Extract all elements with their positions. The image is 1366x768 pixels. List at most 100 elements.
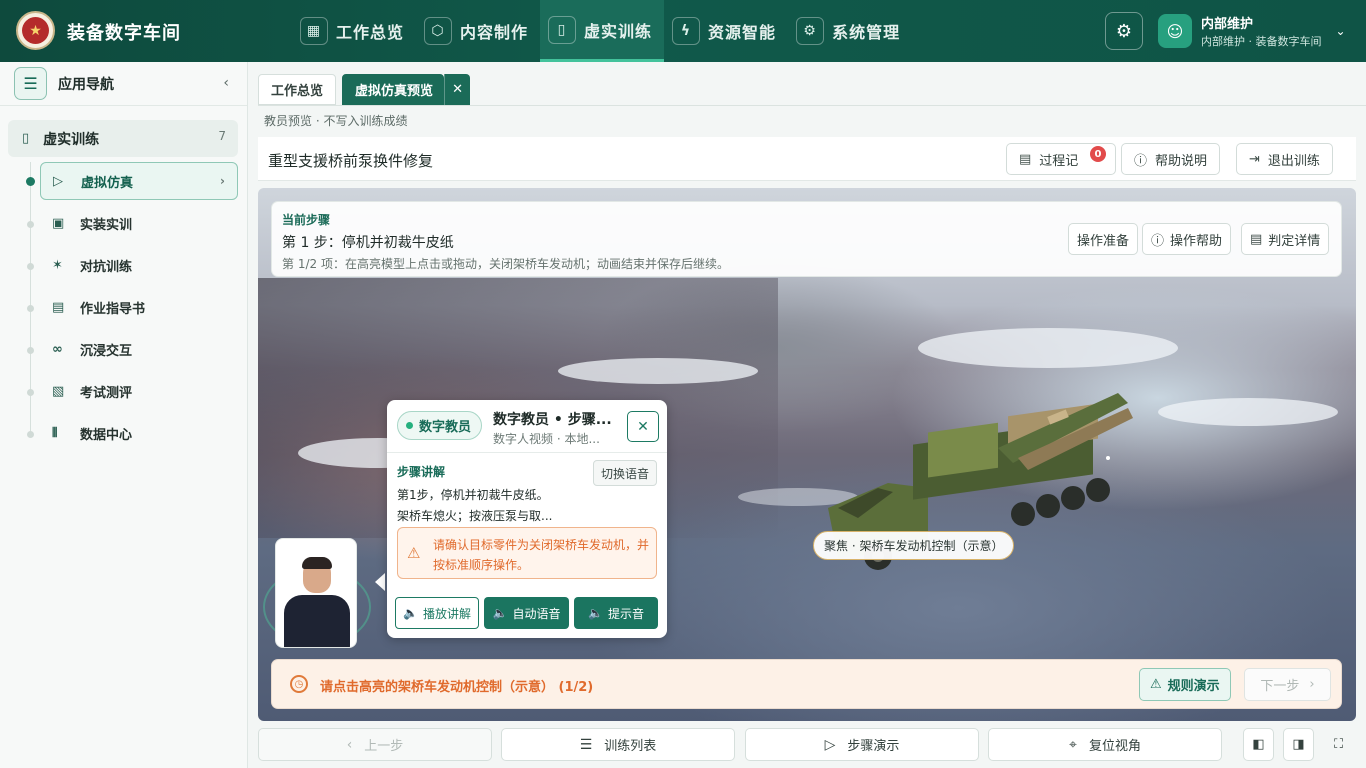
sidebar-item-immersive[interactable]: ∞ 沉浸交互 (40, 330, 238, 368)
sidebar: ☰ 应用导航 ‹ ▯ 虚实训练 7 ▷ 虚拟仿真 › ▣ 实装实训 ✶ 对抗训练 ▤ 作业… (0, 62, 248, 768)
user-menu[interactable]: ☺ 内部维护 内部维护 · 装备数字车间 ⌄ (1158, 13, 1346, 49)
sidebar-item-exam[interactable]: ▧ 考试测评 (40, 372, 238, 410)
judge-details-button[interactable]: ▤ 判定详情 (1241, 223, 1330, 255)
tree-dot (27, 305, 34, 312)
title-bar: 重型支援桥前泵换件修复 ▤ 过程记 0 ⓘ 帮助说明 ⇥ 退出训练 (258, 137, 1356, 181)
play-circle-icon: ▷ (53, 173, 63, 189)
instructor-chip: 数字教员 (397, 411, 483, 440)
close-icon: ✕ (452, 82, 463, 97)
app-title: 装备数字车间 (67, 23, 181, 44)
auto-voice-button[interactable]: 🔈 自动语音 (484, 597, 569, 629)
prev-step-button[interactable]: ‹ 上一步 (258, 728, 492, 761)
warning-icon: ⚠ (407, 544, 421, 562)
step-demo-button[interactable]: ▷ 步骤演示 (745, 728, 979, 761)
sidebar-item-data[interactable]: ⫴ 数据中心 (40, 414, 238, 452)
logo: ★ (16, 11, 55, 50)
button-label: 自动语音 (512, 606, 561, 621)
user-subtitle: 内部维护 · 装备数字车间 (1201, 35, 1322, 48)
nav-item-resources[interactable]: ϟ 资源智能 (664, 0, 788, 62)
speaker-icon: 🔈 (588, 606, 603, 620)
switch-voice-button[interactable]: 切换语音 (592, 460, 657, 486)
nav-label: 内容制作 (460, 23, 529, 42)
instructor-body (284, 595, 350, 647)
sidebar-item-label: 数据中心 (80, 427, 133, 443)
button-label: 复位视角 (1088, 739, 1141, 754)
tab-sim-preview[interactable]: 虚拟仿真预览 (342, 74, 445, 105)
section-heading: 步骤讲解 (397, 465, 446, 479)
toggle-right-panel-button[interactable]: ◨ (1283, 728, 1314, 761)
nav-item-content[interactable]: ⬡ 内容制作 (416, 0, 540, 62)
digital-instructor-panel: 数字教员 数字教员 • 步骤... 数字人视频 · 本地... ✕ 步骤讲解 切… (387, 400, 667, 638)
help-button[interactable]: ⓘ 帮助说明 (1121, 143, 1221, 175)
sidebar-title: 应用导航 (58, 76, 114, 93)
toggle-left-panel-button[interactable]: ◧ (1243, 728, 1274, 761)
tab-label: 工作总览 (271, 84, 324, 99)
tree-dot (27, 431, 34, 438)
button-label: 播放讲解 (422, 606, 471, 621)
tree-dot (27, 347, 34, 354)
play-explanation-button[interactable]: 🔈 播放讲解 (395, 597, 479, 629)
sidebar-item-label: 实装实训 (80, 217, 133, 233)
close-panel-button[interactable]: ✕ (627, 411, 659, 442)
tree-dot (27, 263, 34, 270)
digital-instructor-portrait[interactable] (275, 538, 357, 648)
button-label: 步骤演示 (847, 739, 900, 754)
rule-demo-button[interactable]: ⚠ 规则演示 (1139, 668, 1231, 701)
crosshair-icon: ⌖ (1069, 736, 1077, 753)
step-name: 第 1 步：停机并初裁牛皮纸 (282, 235, 454, 251)
sidebar-item-virtual-sim[interactable]: ▷ 虚拟仿真 › (40, 162, 238, 200)
divider (258, 105, 1366, 106)
tip-text: 请点击高亮的架桥车发动机控制（示意） (1/2) (320, 680, 594, 695)
next-step-button[interactable]: 下一步 › (1244, 668, 1331, 701)
operation-help-button[interactable]: ⓘ 操作帮助 (1142, 223, 1232, 255)
button-label: 规则演示 (1167, 679, 1220, 694)
button-label: 操作准备 (1077, 233, 1130, 249)
exit-icon: ⇥ (1249, 151, 1260, 167)
count-badge: 0 (1090, 146, 1106, 162)
hint-sound-button[interactable]: 🔈 提示音 (574, 597, 658, 629)
nav-label: 系统管理 (832, 23, 901, 42)
record-icon: ▤ (1019, 151, 1032, 167)
clock-icon: ◷ (290, 675, 308, 693)
sidebar-item-guide[interactable]: ▤ 作业指导书 (40, 288, 238, 326)
user-name: 内部维护 (1201, 17, 1254, 32)
process-record-button[interactable]: ▤ 过程记 0 (1006, 143, 1116, 175)
sidebar-item-label: 对抗训练 (80, 259, 133, 275)
sidebar-item-equipment[interactable]: ▣ 实装实训 (40, 204, 238, 242)
chevron-right-icon: › (1309, 677, 1315, 692)
button-label: 上一步 (364, 739, 404, 754)
nav-item-system[interactable]: ⚙ 系统管理 (788, 0, 912, 62)
panel-pointer (375, 573, 385, 591)
hamburger-icon: ☰ (23, 74, 38, 93)
button-label: 提示音 (607, 606, 644, 621)
fullscreen-icon: ⛶ (1333, 737, 1344, 752)
fullscreen-button[interactable]: ⛶ (1323, 728, 1354, 761)
menu-toggle-button[interactable]: ☰ (14, 67, 47, 100)
nav-item-overview[interactable]: ▦ 工作总览 (292, 0, 416, 62)
preview-note: 教员预览 · 不写入训练成绩 (264, 114, 408, 128)
sidebar-item-label: 考试测评 (80, 385, 133, 401)
chevron-down-icon: ⌄ (1335, 24, 1346, 38)
tree-dot (27, 221, 34, 228)
sidebar-item-label: 沉浸交互 (80, 343, 133, 359)
exit-training-button[interactable]: ⇥ 退出训练 (1236, 143, 1333, 175)
nav-item-training[interactable]: ▯ 虚实训练 (540, 0, 665, 62)
button-label: 帮助说明 (1155, 153, 1208, 169)
collapse-chevron-icon[interactable]: ‹ (223, 75, 229, 91)
settings-button[interactable]: ⚙ (1105, 12, 1143, 50)
operation-prepare-button[interactable]: 操作准备 (1068, 223, 1139, 255)
sidebar-item-combat[interactable]: ✶ 对抗训练 (40, 246, 238, 284)
speaker-icon: 🔈 (403, 606, 418, 620)
step-label: 当前步骤 (282, 213, 331, 227)
sidebar-group-training[interactable]: ▯ 虚实训练 7 (8, 120, 238, 157)
instructor-hair (302, 557, 332, 569)
reset-view-button[interactable]: ⌖ 复位视角 (988, 728, 1222, 761)
gear-icon: ⚙ (796, 17, 825, 45)
tab-close-button[interactable]: ✕ (444, 74, 471, 105)
current-step-card: 当前步骤 第 1 步：停机并初裁牛皮纸 第 1/2 项：在高亮模型上点击或拖动，… (271, 201, 1342, 277)
button-label: 切换语音 (600, 466, 649, 481)
3d-scene-viewport[interactable]: 当前步骤 第 1 步：停机并初裁牛皮纸 第 1/2 项：在高亮模型上点击或拖动，… (258, 188, 1356, 721)
tab-overview[interactable]: 工作总览 (258, 74, 337, 105)
gear-icon: ⚙ (1115, 20, 1133, 42)
training-list-button[interactable]: ☰ 训练列表 (501, 728, 735, 761)
